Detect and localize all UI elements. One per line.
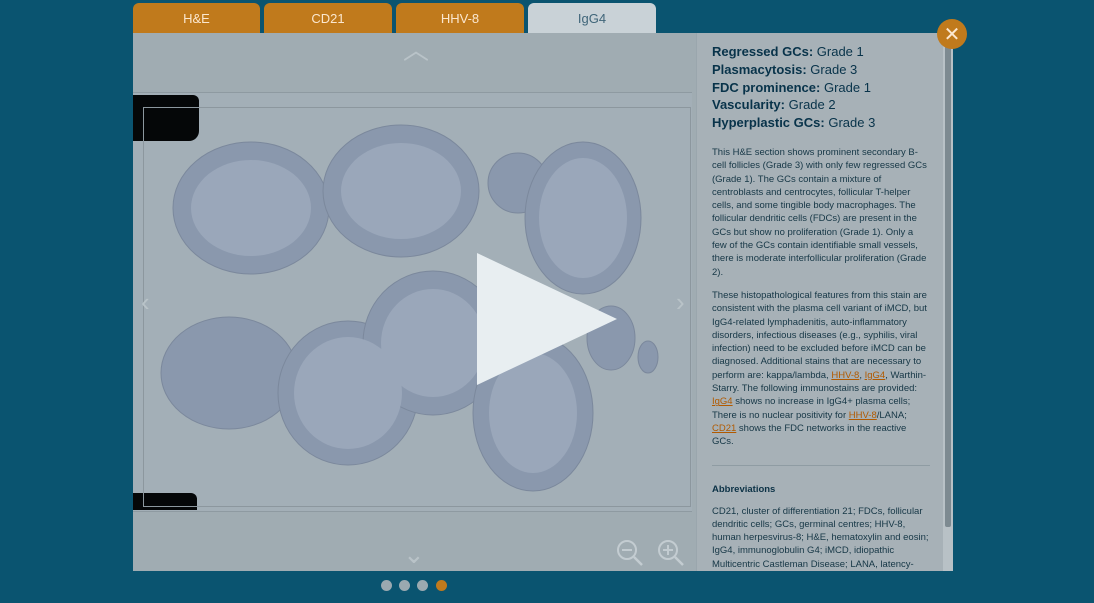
tab-he-label: H&E (183, 10, 210, 26)
link-hhv8[interactable]: HHV-8 (849, 410, 877, 421)
previous-icon[interactable]: ‹ (141, 289, 150, 315)
scroll-up-icon[interactable]: ︿ (403, 37, 429, 63)
abbreviations-title: Abbreviations (712, 483, 776, 495)
text-segment: /LANA; (876, 409, 907, 421)
abbreviations-text: CD21, cluster of differentiation 21; FDC… (712, 505, 929, 570)
grade-label: Regressed GCs: (712, 44, 814, 59)
pager-dot[interactable] (381, 580, 392, 591)
link-igg4[interactable]: IgG4 (712, 396, 733, 407)
grade-label: Plasmacytosis: (712, 61, 807, 77)
grade-vascularity: Vascularity: Grade 2 (712, 96, 930, 114)
grade-value: Grade 1 (823, 79, 871, 95)
grade-plasmacytosis: Plasmacytosis: Grade 3 (712, 61, 930, 79)
grade-value: Grade 3 (828, 115, 876, 131)
slide-viewer[interactable]: ︿ ‹ › ⌄ (133, 33, 696, 571)
tab-cd21[interactable]: CD21 (264, 3, 392, 33)
link-hhv8[interactable]: HHV-8 (831, 370, 859, 381)
tab-igg4-label: IgG4 (577, 10, 607, 26)
grade-value: Grade 3 (810, 61, 858, 77)
tab-igg4[interactable]: IgG4 (528, 3, 656, 33)
divider (712, 464, 930, 466)
description-scrollbar[interactable] (943, 33, 953, 571)
link-cd21[interactable]: CD21 (712, 423, 736, 434)
close-icon: ✕ (943, 23, 961, 46)
grade-value: Grade 2 (788, 97, 836, 113)
text-segment: shows the FDC networks in the reactive G… (712, 422, 907, 448)
tab-hhv8[interactable]: HHV-8 (396, 3, 524, 33)
tab-hhv8-label: HHV-8 (440, 10, 480, 26)
grade-regressed-gcs: Regressed GCs: Grade 1 (712, 43, 930, 61)
play-button[interactable] (463, 243, 633, 395)
grade-label: FDC prominence: (712, 79, 821, 95)
description-panel: Regressed GCs: Grade 1 Plasmacytosis: Gr… (697, 33, 943, 571)
pager-dot-active[interactable] (436, 580, 447, 591)
grade-label: Vascularity: (712, 97, 785, 113)
pager-dot[interactable] (417, 580, 428, 591)
tab-cd21-label: CD21 (311, 10, 345, 26)
grade-fdc-prominence: FDC prominence: Grade 1 (712, 79, 930, 97)
text-segment: These histopathological features from th… (712, 289, 927, 381)
tab-he[interactable]: H&E (133, 3, 260, 33)
close-button[interactable]: ✕ (937, 19, 967, 49)
scroll-down-icon[interactable]: ⌄ (403, 541, 425, 567)
next-icon[interactable]: › (676, 289, 685, 315)
pager-dot[interactable] (399, 580, 410, 591)
grade-label: Hyperplastic GCs: (712, 115, 825, 131)
zoom-out-icon[interactable] (615, 538, 645, 568)
link-igg4[interactable]: IgG4 (865, 370, 886, 381)
grade-value: Grade 1 (816, 44, 864, 59)
slide-panel: ︿ ‹ › ⌄ Regressed GCs: Grade 1 Plasmacyt… (133, 33, 953, 571)
grade-hyperplastic-gcs: Hyperplastic GCs: Grade 3 (712, 114, 930, 132)
zoom-in-icon[interactable] (656, 538, 686, 568)
description-paragraph-1: This H&E section shows prominent seconda… (712, 146, 927, 278)
description-paragraph-2: These histopathological features from th… (712, 289, 930, 449)
scrollbar-thumb[interactable] (945, 37, 951, 527)
